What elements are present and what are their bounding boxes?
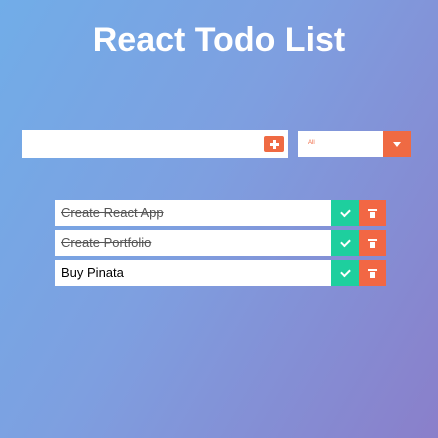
add-todo-form [22,130,288,158]
delete-button[interactable] [359,260,386,286]
check-icon [339,206,351,218]
delete-button[interactable] [359,230,386,256]
add-todo-button[interactable] [264,136,284,152]
trash-icon [368,268,377,278]
complete-button[interactable] [331,200,359,226]
trash-icon [368,208,377,218]
page-title: React Todo List [92,21,346,59]
todo-input[interactable] [22,130,264,158]
plus-icon [269,139,279,149]
complete-button[interactable] [331,230,359,256]
filter-select[interactable]: All [298,131,411,157]
todo-item: Create React App [55,200,386,226]
todo-text: Create Portfolio [61,235,152,250]
todo-list: Create React App Create Portfolio Buy Pi… [55,200,386,290]
todo-item: Buy Pinata [55,260,386,286]
todo-text: Create React App [61,205,164,220]
filter-selected-value: All [308,140,315,146]
check-icon [339,266,351,278]
check-icon [339,236,351,248]
todo-text: Buy Pinata [61,265,124,280]
filter-dropdown-arrow[interactable] [383,131,411,157]
todo-item: Create Portfolio [55,230,386,256]
delete-button[interactable] [359,200,386,226]
chevron-down-icon [393,141,401,147]
complete-button[interactable] [331,260,359,286]
trash-icon [368,238,377,248]
